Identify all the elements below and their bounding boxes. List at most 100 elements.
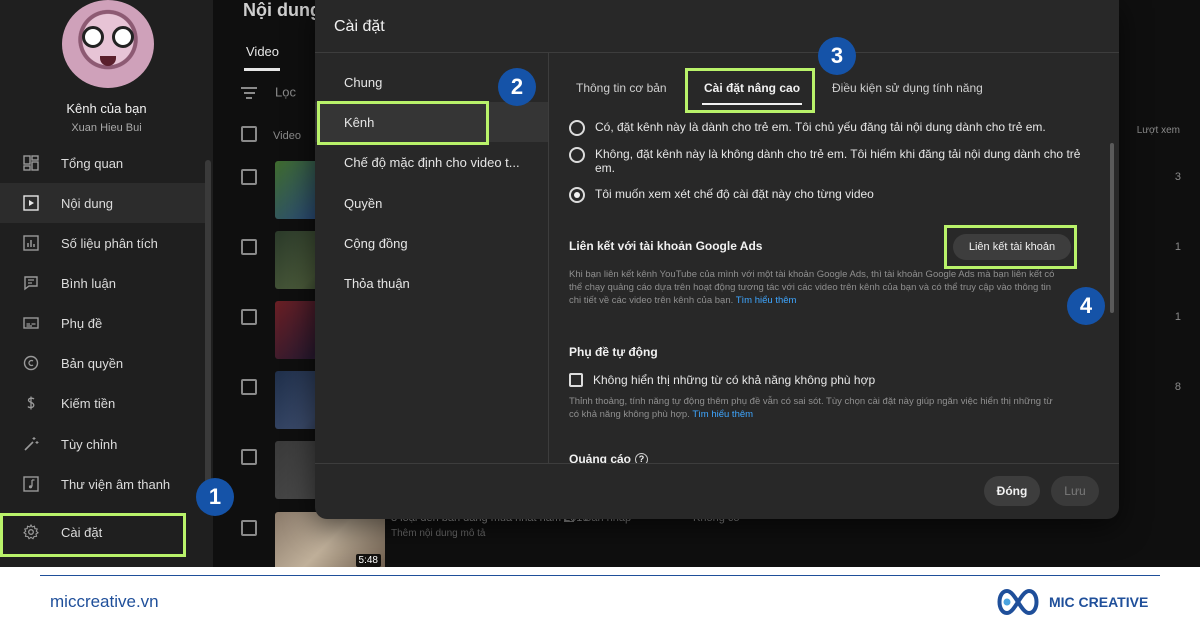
menu-item-agreements[interactable]: Thỏa thuận bbox=[315, 263, 548, 303]
row-checkbox[interactable] bbox=[241, 449, 257, 465]
footer-divider bbox=[40, 575, 1160, 576]
sidebar-scrollbar[interactable] bbox=[205, 160, 211, 505]
channel-handle: Xuan Hieu Bui bbox=[71, 122, 142, 134]
sidebar-item-label: Bình luận bbox=[61, 275, 116, 291]
tab-video[interactable]: Video bbox=[246, 44, 279, 59]
save-button[interactable]: Lưu bbox=[1051, 476, 1099, 506]
audience-option-not-for-kids[interactable]: Không, đặt kênh này là không dành cho tr… bbox=[569, 147, 1089, 175]
studio-screenshot: Kênh của bạn Xuan Hieu Bui Tổng quan Nội… bbox=[0, 0, 1200, 567]
sidebar-item-analytics[interactable]: Số liệu phân tích bbox=[0, 223, 205, 263]
video-thumbnail[interactable]: 5:48 bbox=[275, 512, 385, 567]
filter-captions-option[interactable]: Không hiển thị những từ có khả năng khôn… bbox=[569, 373, 875, 387]
section-label: Quảng cáo bbox=[569, 452, 632, 463]
help-icon[interactable]: ? bbox=[635, 453, 649, 463]
view-count: 3 bbox=[1174, 171, 1181, 183]
audio-library-icon bbox=[22, 475, 40, 493]
subtitles-icon bbox=[22, 314, 40, 332]
ads-section-title: Quảng cáo? bbox=[569, 452, 649, 463]
website-url[interactable]: miccreative.vn bbox=[50, 592, 159, 612]
magic-wand-icon bbox=[22, 435, 40, 453]
menu-item-community[interactable]: Cộng đồng bbox=[315, 223, 548, 263]
header-video: Video bbox=[273, 130, 301, 142]
pane-scrollbar[interactable] bbox=[1110, 143, 1114, 313]
menu-item-upload-defaults[interactable]: Chế độ mặc định cho video t... bbox=[315, 142, 548, 182]
menu-item-permissions[interactable]: Quyền bbox=[315, 183, 548, 223]
sidebar-item-copyright[interactable]: Bản quyền bbox=[0, 343, 205, 383]
highlight-settings bbox=[0, 513, 186, 557]
sidebar-item-comments[interactable]: Bình luận bbox=[0, 263, 205, 303]
step-badge-4: 4 bbox=[1067, 287, 1105, 325]
header-views: Lượt xem bbox=[1136, 125, 1180, 136]
sidebar-item-audio-library[interactable]: Thư viện âm thanh bbox=[0, 464, 205, 504]
auto-captions-title: Phụ đề tự động bbox=[569, 345, 658, 359]
close-button[interactable]: Đóng bbox=[984, 476, 1040, 506]
sidebar-item-label: Tùy chỉnh bbox=[61, 436, 118, 452]
row-checkbox[interactable] bbox=[241, 379, 257, 395]
highlight-advanced-tab bbox=[685, 68, 815, 113]
audience-option-per-video[interactable]: Tôi muốn xem xét chế độ cài đặt này cho … bbox=[569, 187, 874, 203]
option-label: Có, đặt kênh này là dành cho trẻ em. Tôi… bbox=[595, 120, 1046, 134]
divider bbox=[315, 463, 1119, 464]
checkbox-label: Không hiển thị những từ có khả năng khôn… bbox=[593, 373, 876, 387]
learn-more-link[interactable]: Tìm hiểu thêm bbox=[736, 295, 797, 306]
select-all-checkbox[interactable] bbox=[241, 126, 257, 142]
step-badge-1: 1 bbox=[196, 478, 234, 516]
table-row[interactable]: 5:48 8 loại đèn bàn đáng mua nhất năm 20… bbox=[241, 512, 1181, 567]
auto-captions-description: Thỉnh thoảng, tính năng tự động thêm phụ… bbox=[569, 395, 1064, 421]
video-duration: 5:48 bbox=[355, 554, 381, 567]
sidebar-item-customize[interactable]: Tùy chỉnh bbox=[0, 424, 205, 464]
tab-basic-info[interactable]: Thông tin cơ bản bbox=[576, 68, 667, 108]
brand-name: MIC CREATIVE bbox=[1049, 594, 1149, 610]
sidebar-item-label: Tổng quan bbox=[61, 155, 124, 171]
sidebar-item-label: Thư viện âm thanh bbox=[61, 476, 171, 492]
row-checkbox[interactable] bbox=[241, 239, 257, 255]
dollar-icon bbox=[22, 394, 40, 412]
description-text: Thỉnh thoảng, tính năng tự động thêm phụ… bbox=[569, 396, 1053, 420]
analytics-icon bbox=[22, 234, 40, 252]
learn-more-link[interactable]: Tìm hiểu thêm bbox=[692, 409, 753, 420]
radio-button[interactable] bbox=[569, 120, 585, 136]
step-badge-3: 3 bbox=[818, 37, 856, 75]
sidebar-item-label: Bản quyền bbox=[61, 355, 124, 371]
sidebar-item-label: Phụ đề bbox=[61, 315, 103, 331]
comments-icon bbox=[22, 274, 40, 292]
filter-icon bbox=[241, 84, 257, 102]
channel-name: Kênh của bạn bbox=[66, 101, 147, 116]
footer: miccreative.vn MIC CREATIVE bbox=[0, 567, 1200, 630]
tab-feature-eligibility[interactable]: Điều kiện sử dụng tính năng bbox=[832, 68, 983, 108]
highlight-channel bbox=[317, 101, 489, 145]
radio-button-selected[interactable] bbox=[569, 187, 585, 203]
highlight-link-account bbox=[944, 225, 1077, 269]
google-ads-description: Khi bạn liên kết kênh YouTube của mình v… bbox=[569, 268, 1064, 307]
dialog-title: Cài đặt bbox=[334, 18, 385, 35]
sidebar-item-subtitles[interactable]: Phụ đề bbox=[0, 303, 205, 343]
step-badge-2: 2 bbox=[498, 68, 536, 106]
sidebar-item-earn[interactable]: Kiếm tiền bbox=[0, 383, 205, 423]
sidebar-item-content[interactable]: Nội dung bbox=[0, 183, 205, 223]
page-title: Nội dung bbox=[243, 0, 321, 20]
filter-placeholder: Lọc bbox=[275, 84, 296, 100]
row-checkbox[interactable] bbox=[241, 309, 257, 325]
checkbox[interactable] bbox=[569, 373, 583, 387]
tab-underline bbox=[244, 68, 280, 71]
advanced-settings-pane: Có, đặt kênh này là dành cho trẻ em. Tôi… bbox=[549, 110, 1119, 463]
divider bbox=[315, 52, 1119, 53]
content-icon bbox=[22, 194, 40, 212]
option-label: Không, đặt kênh này là không dành cho tr… bbox=[595, 147, 1081, 175]
view-count: 1 bbox=[1174, 241, 1181, 253]
sidebar-item-label: Kiếm tiền bbox=[61, 395, 116, 411]
view-count: 8 bbox=[1174, 381, 1181, 393]
audience-option-made-for-kids[interactable]: Có, đặt kênh này là dành cho trẻ em. Tôi… bbox=[569, 120, 1046, 136]
row-checkbox[interactable] bbox=[241, 169, 257, 185]
filter-bar[interactable]: Lọc bbox=[241, 84, 296, 102]
google-ads-title: Liên kết với tài khoản Google Ads bbox=[569, 239, 763, 253]
row-checkbox[interactable] bbox=[241, 520, 257, 536]
radio-button[interactable] bbox=[569, 147, 585, 163]
sidebar-item-dashboard[interactable]: Tổng quan bbox=[0, 143, 205, 183]
channel-avatar[interactable] bbox=[62, 0, 154, 88]
table-header: Video bbox=[241, 123, 301, 142]
copyright-icon bbox=[22, 354, 40, 372]
sidebar-item-label: Nội dung bbox=[61, 195, 114, 211]
brand-logo-icon bbox=[997, 588, 1039, 616]
sidebar-item-label: Số liệu phân tích bbox=[61, 235, 158, 251]
